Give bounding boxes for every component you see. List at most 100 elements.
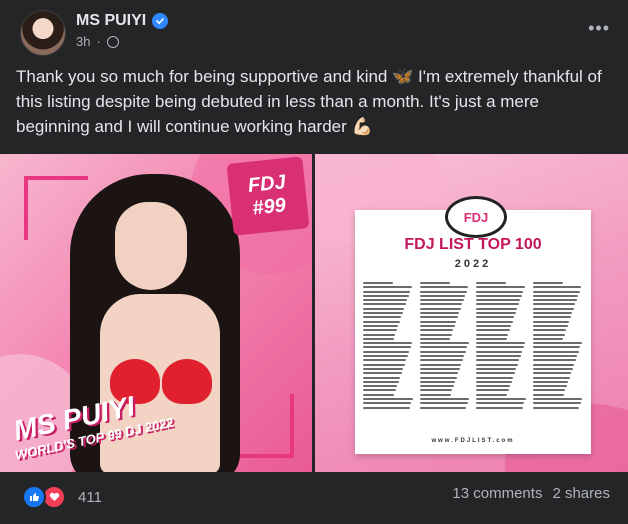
- list-year: 2022: [454, 258, 492, 270]
- list-entry-line: [532, 359, 576, 362]
- list-entry-line: [476, 294, 522, 297]
- list-entry-line: [532, 372, 572, 375]
- list-entry-line: [476, 350, 523, 353]
- list-entry-line: [476, 282, 507, 284]
- avatar[interactable]: [20, 10, 66, 56]
- list-entry-line: [476, 398, 526, 401]
- list-entry-line: [476, 320, 513, 323]
- list-entry-line: [363, 290, 411, 293]
- list-entry-line: [363, 372, 402, 375]
- like-reaction-icon: [22, 485, 46, 509]
- list-entry-line: [419, 329, 454, 332]
- list-entry-line: [363, 333, 396, 336]
- list-entry-line: [532, 380, 569, 383]
- list-entry-line: [363, 312, 403, 315]
- list-entry-line: [419, 282, 450, 284]
- badge-number: #99: [251, 194, 287, 220]
- author-name[interactable]: MS PUIYI: [76, 12, 146, 30]
- list-entry-line: [363, 294, 409, 297]
- list-columns: [363, 282, 583, 430]
- photo-dj-portrait[interactable]: FDJ #99 MS PUIYI WORLD'S TOP 99 DJ 2022: [0, 154, 312, 472]
- list-entry-line: [363, 363, 405, 366]
- list-entry-line: [363, 393, 395, 396]
- list-entry-line: [363, 355, 408, 358]
- list-entry-line: [476, 333, 509, 336]
- list-entry-line: [419, 337, 451, 340]
- list-entry-line: [476, 363, 518, 366]
- fdj-logo: FDJ: [445, 196, 507, 238]
- list-entry-line: [532, 406, 580, 409]
- list-entry-line: [419, 312, 460, 315]
- list-column: [532, 282, 584, 430]
- post-meta: 3h ·: [76, 34, 119, 49]
- list-entry-line: [363, 337, 394, 340]
- photo-fdj-list[interactable]: FDJ FDJ LIST TOP 100 2022 www.FDJLIST.co…: [315, 154, 628, 472]
- list-entry-line: [532, 346, 581, 349]
- list-entry-line: [419, 294, 466, 297]
- list-column: [476, 282, 527, 430]
- list-entry-line: [532, 299, 577, 302]
- list-entry-line: [532, 402, 581, 405]
- list-entry-line: [532, 337, 564, 340]
- list-entry-line: [419, 333, 452, 336]
- frame-corner: [240, 394, 294, 458]
- list-entry-line: [476, 346, 524, 349]
- list-entry-line: [419, 320, 457, 323]
- list-entry-line: [419, 303, 463, 306]
- shares-count[interactable]: 2 shares: [552, 485, 610, 502]
- list-entry-line: [419, 406, 467, 409]
- list-column: [419, 282, 471, 430]
- list-entry-line: [363, 286, 412, 289]
- post-header: MS PUIYI 3h · •••: [16, 10, 612, 56]
- list-entry-line: [419, 290, 467, 293]
- list-entry-line: [532, 342, 582, 345]
- list-entry-line: [419, 355, 465, 358]
- globe-icon[interactable]: [106, 35, 119, 48]
- list-entry-line: [363, 346, 411, 349]
- list-entry-line: [476, 359, 520, 362]
- list-entry-line: [363, 367, 404, 370]
- list-entry-line: [532, 312, 573, 315]
- list-entry-line: [363, 316, 402, 319]
- list-entry-line: [476, 385, 511, 388]
- list-entry-line: [363, 303, 406, 306]
- list-entry-line: [419, 398, 470, 401]
- list-entry-line: [532, 350, 579, 353]
- list-entry-line: [363, 320, 400, 323]
- list-entry-line: [419, 372, 459, 375]
- list-entry-line: [363, 359, 407, 362]
- author-row: MS PUIYI: [76, 12, 169, 30]
- list-entry-line: [419, 350, 466, 353]
- list-entry-line: [419, 385, 454, 388]
- list-entry-line: [532, 316, 571, 319]
- list-title: FDJ LIST TOP 100: [404, 236, 542, 253]
- list-entry-line: [363, 299, 408, 302]
- list-entry-line: [363, 329, 397, 332]
- more-options-icon[interactable]: •••: [588, 18, 610, 39]
- list-entry-line: [363, 282, 394, 284]
- comments-count[interactable]: 13 comments: [452, 485, 542, 502]
- list-entry-line: [532, 290, 580, 293]
- list-entry-line: [363, 406, 410, 409]
- list-entry-line: [476, 372, 515, 375]
- post-time[interactable]: 3h: [76, 34, 90, 49]
- list-entry-line: [476, 337, 507, 340]
- engagement-summary: 13 comments 2 shares: [452, 485, 610, 502]
- list-entry-line: [532, 389, 566, 392]
- list-entry-line: [476, 342, 526, 345]
- list-entry-line: [476, 299, 521, 302]
- list-entry-line: [419, 363, 462, 366]
- list-entry-line: [476, 380, 512, 383]
- list-entry-line: [419, 324, 455, 327]
- list-entry-line: [363, 324, 399, 327]
- list-entry-line: [476, 316, 515, 319]
- verified-badge-icon: [152, 13, 169, 29]
- list-entry-line: [363, 380, 399, 383]
- list-entry-line: [419, 380, 456, 383]
- list-entry-line: [532, 398, 583, 401]
- list-entry-line: [419, 346, 468, 349]
- reaction-summary[interactable]: 411: [22, 485, 102, 509]
- reactions-count[interactable]: 411: [78, 489, 102, 506]
- list-url: www.FDJLIST.com: [431, 438, 515, 444]
- list-entry-line: [476, 312, 516, 315]
